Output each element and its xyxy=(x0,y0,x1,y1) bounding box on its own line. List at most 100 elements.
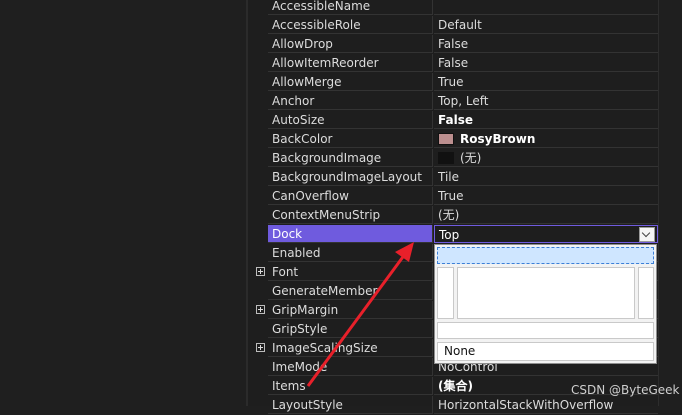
property-value-text: Top xyxy=(439,228,460,242)
property-name[interactable]: GripMargin xyxy=(268,301,433,319)
chevron-down-icon[interactable] xyxy=(639,227,655,242)
left-pane xyxy=(0,0,246,406)
property-value[interactable]: Top xyxy=(434,225,658,243)
property-name[interactable]: ContextMenuStrip xyxy=(268,206,433,224)
property-value[interactable]: (无) xyxy=(434,206,658,224)
property-name[interactable]: AccessibleRole xyxy=(268,16,433,34)
property-value-text: False xyxy=(438,113,473,127)
expand-plus-icon[interactable] xyxy=(256,305,265,314)
property-value[interactable]: Default xyxy=(434,16,658,34)
property-row[interactable]: AutoSize False xyxy=(248,111,658,130)
dock-editor-dropdown: None xyxy=(434,244,657,364)
dock-none-button[interactable]: None xyxy=(437,342,654,361)
property-row[interactable]: BackgroundImage (无) xyxy=(248,149,658,168)
row-gutter xyxy=(248,16,268,35)
property-value-text: Default xyxy=(438,18,482,32)
dock-top-button[interactable] xyxy=(437,247,654,264)
property-name[interactable]: BackColor xyxy=(268,130,433,148)
row-gutter xyxy=(248,206,268,225)
property-value[interactable]: RosyBrown xyxy=(434,130,658,148)
property-name[interactable]: AccessibleName xyxy=(268,0,433,15)
row-gutter xyxy=(248,320,268,339)
property-name[interactable]: BackgroundImage xyxy=(268,149,433,167)
row-gutter xyxy=(248,149,268,168)
row-gutter xyxy=(248,0,268,16)
property-value[interactable]: True xyxy=(434,73,658,91)
property-value[interactable]: (无) xyxy=(434,149,658,167)
property-value-text: Top, Left xyxy=(438,94,489,108)
property-value[interactable]: HorizontalStackWithOverflow xyxy=(434,396,658,414)
row-gutter xyxy=(248,244,268,263)
property-value[interactable] xyxy=(434,0,658,15)
vertical-scrollbar[interactable] xyxy=(658,0,682,406)
expand-plus-icon[interactable] xyxy=(256,343,265,352)
dock-right-button[interactable] xyxy=(638,267,654,319)
property-name[interactable]: ImeMode xyxy=(268,358,433,376)
property-value-text: RosyBrown xyxy=(460,132,536,146)
property-name[interactable]: Anchor xyxy=(268,92,433,110)
property-name[interactable]: ImageScalingSize xyxy=(268,339,433,357)
row-gutter xyxy=(248,130,268,149)
row-gutter xyxy=(248,92,268,111)
property-name[interactable]: GripStyle xyxy=(268,320,433,338)
property-name[interactable]: AllowItemReorder xyxy=(268,54,433,72)
property-row[interactable]: ContextMenuStrip (无) xyxy=(248,206,658,225)
row-gutter xyxy=(248,377,268,396)
property-row[interactable]: AllowDrop False xyxy=(248,35,658,54)
row-gutter xyxy=(248,35,268,54)
property-value-text: (无) xyxy=(438,208,460,222)
expand-plus-icon[interactable] xyxy=(256,267,265,276)
property-value-text: HorizontalStackWithOverflow xyxy=(438,398,614,412)
property-row[interactable]: Dock Top xyxy=(248,225,658,244)
property-name[interactable]: GenerateMember xyxy=(268,282,433,300)
property-value-text: Tile xyxy=(438,170,460,184)
property-value-text: (集合) xyxy=(438,379,473,393)
property-row[interactable]: BackColor RosyBrown xyxy=(248,130,658,149)
row-gutter xyxy=(248,339,268,358)
property-value[interactable]: False xyxy=(434,111,658,129)
property-value[interactable]: False xyxy=(434,54,658,72)
dock-fill-button[interactable] xyxy=(457,267,635,319)
property-name[interactable]: CanOverflow xyxy=(268,187,433,205)
row-gutter xyxy=(248,282,268,301)
row-gutter xyxy=(248,187,268,206)
dock-bottom-button[interactable] xyxy=(437,322,654,339)
color-swatch-icon xyxy=(438,152,454,164)
property-row[interactable]: BackgroundImageLayout Tile xyxy=(248,168,658,187)
property-name[interactable]: BackgroundImageLayout xyxy=(268,168,433,186)
property-value[interactable]: False xyxy=(434,35,658,53)
property-name[interactable]: Dock xyxy=(268,225,433,243)
property-value-text: False xyxy=(438,56,469,70)
property-value[interactable]: Tile xyxy=(434,168,658,186)
row-gutter xyxy=(248,54,268,73)
property-name[interactable]: AutoSize xyxy=(268,111,433,129)
property-value[interactable]: True xyxy=(434,187,658,205)
property-name[interactable]: Font xyxy=(268,263,433,281)
watermark: CSDN @ByteGeek xyxy=(571,383,680,397)
property-value-text: True xyxy=(438,189,464,203)
property-row[interactable]: AllowMerge True xyxy=(248,73,658,92)
property-row[interactable]: AccessibleName xyxy=(248,0,658,16)
property-name[interactable]: LayoutStyle xyxy=(268,396,433,414)
row-gutter xyxy=(248,263,268,282)
property-row[interactable]: CanOverflow True xyxy=(248,187,658,206)
row-gutter xyxy=(248,73,268,92)
property-value-text: True xyxy=(438,75,464,89)
property-row[interactable]: AccessibleRole Default xyxy=(248,16,658,35)
row-gutter xyxy=(248,111,268,130)
property-value[interactable]: Top, Left xyxy=(434,92,658,110)
property-name[interactable]: Items xyxy=(268,377,433,395)
property-value-text: (无) xyxy=(460,151,482,165)
row-gutter xyxy=(248,168,268,187)
property-row[interactable]: AllowItemReorder False xyxy=(248,54,658,73)
row-gutter xyxy=(248,225,268,244)
property-name[interactable]: Enabled xyxy=(268,244,433,262)
dock-left-button[interactable] xyxy=(437,267,454,319)
property-name[interactable]: AllowDrop xyxy=(268,35,433,53)
property-row[interactable]: Anchor Top, Left xyxy=(248,92,658,111)
property-name[interactable]: AllowMerge xyxy=(268,73,433,91)
row-gutter xyxy=(248,301,268,320)
row-gutter xyxy=(248,358,268,377)
property-value-text: False xyxy=(438,37,469,51)
color-swatch-icon xyxy=(438,133,454,145)
